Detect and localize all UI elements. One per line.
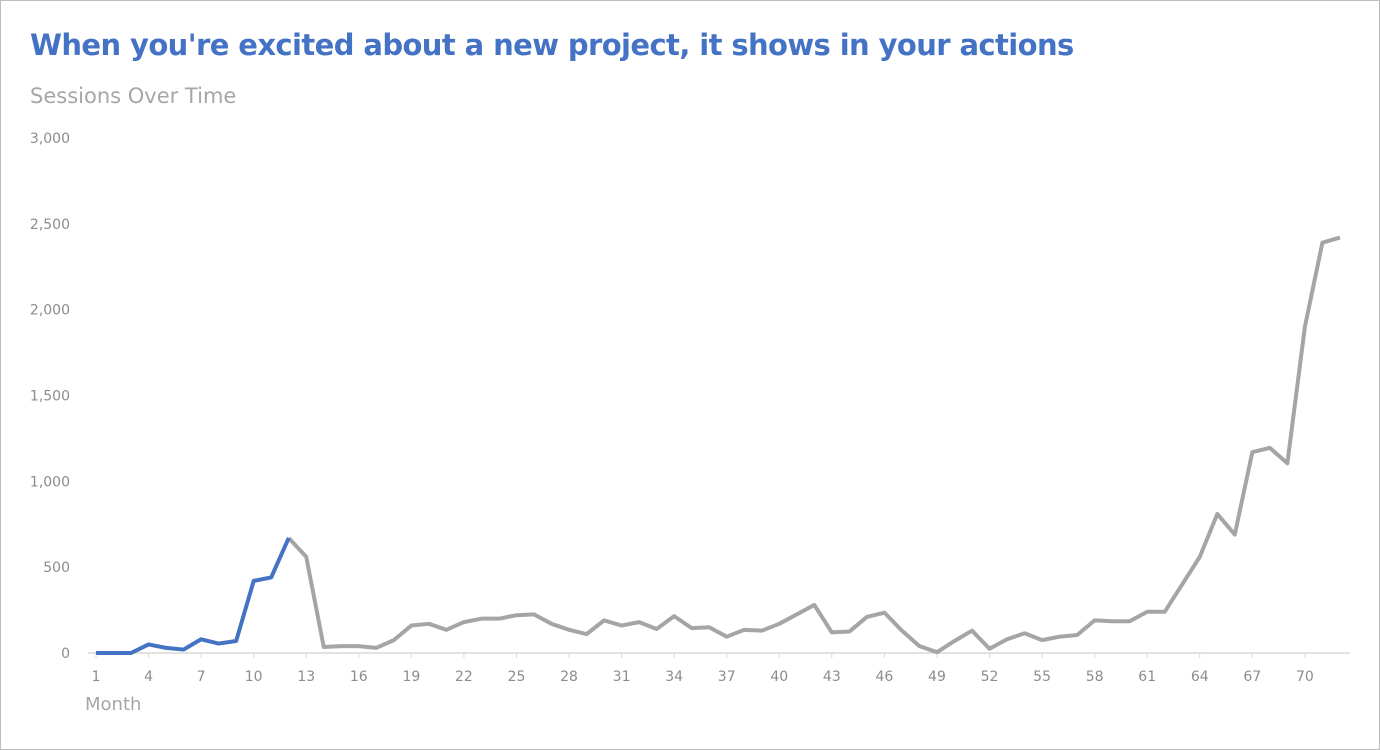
x-tick-label: 52	[981, 669, 999, 685]
x-tick-label: 49	[928, 669, 946, 685]
x-tick-label: 46	[875, 669, 893, 685]
x-axis-label: Month	[85, 694, 142, 715]
x-tick-label: 61	[1138, 669, 1156, 685]
line-chart: 0 500 1,000 1,500 2,000 2,500 3,000 1 4 7 10 13 16 19…	[30, 131, 1350, 685]
x-tick-label: 31	[613, 669, 631, 685]
x-tick-label: 40	[770, 669, 788, 685]
x-tick-label: 16	[350, 669, 368, 685]
x-tick-label: 43	[823, 669, 841, 685]
y-tick-label: 2,500	[30, 217, 70, 233]
x-tick-label: 25	[508, 669, 526, 685]
x-tick-label: 1	[92, 669, 101, 685]
x-tick-label: 13	[297, 669, 315, 685]
x-tick-label: 58	[1086, 669, 1104, 685]
x-tick-label: 55	[1033, 669, 1051, 685]
series-line-highlight	[96, 537, 291, 655]
x-tick-label: 28	[560, 669, 578, 685]
y-tick-label: 0	[61, 646, 70, 662]
y-tick-label: 2,000	[30, 303, 70, 319]
y-tick-label: 3,000	[30, 131, 70, 147]
x-tick-label: 22	[455, 669, 473, 685]
x-tick-label: 19	[402, 669, 420, 685]
x-tick-label: 34	[665, 669, 683, 685]
x-tick-label: 70	[1296, 669, 1314, 685]
x-tick-label: 7	[197, 669, 206, 685]
x-tick-label: 10	[245, 669, 263, 685]
x-tick-label: 67	[1243, 669, 1261, 685]
x-tick-label: 64	[1191, 669, 1209, 685]
y-tick-label: 500	[43, 560, 70, 576]
y-tick-label: 1,000	[30, 474, 70, 490]
series-line-base	[287, 235, 1341, 655]
x-tick-label: 4	[144, 669, 153, 685]
x-tick-label: 37	[718, 669, 736, 685]
y-tick-label: 1,500	[30, 389, 70, 405]
